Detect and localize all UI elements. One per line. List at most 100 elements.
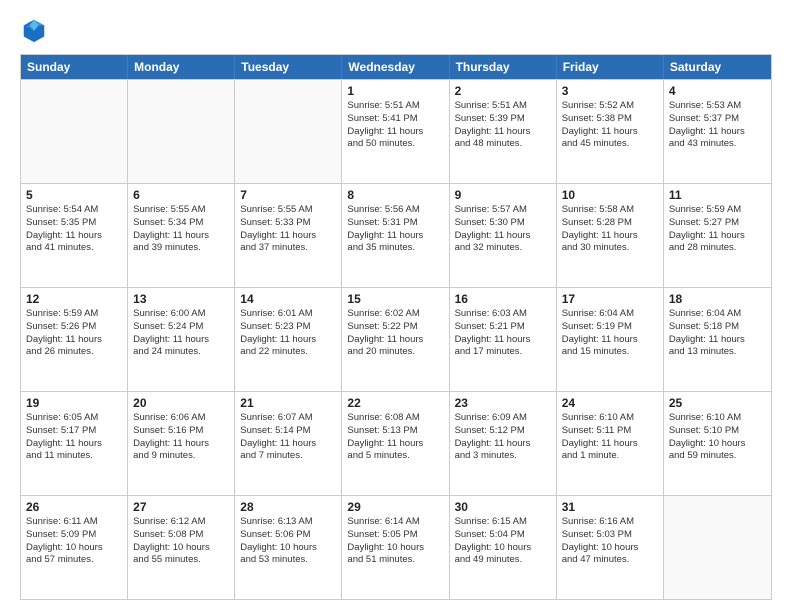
day-number: 21	[240, 396, 336, 410]
day-info: Sunrise: 6:13 AM Sunset: 5:06 PM Dayligh…	[240, 516, 336, 567]
day-cell-9: 9 Sunrise: 5:57 AM Sunset: 5:30 PM Daylig…	[450, 184, 557, 287]
day-number: 14	[240, 292, 336, 306]
day-info: Sunrise: 6:10 AM Sunset: 5:11 PM Dayligh…	[562, 412, 658, 463]
day-cell-15: 15 Sunrise: 6:02 AM Sunset: 5:22 PM Dayli…	[342, 288, 449, 391]
day-number: 26	[26, 500, 122, 514]
day-number: 28	[240, 500, 336, 514]
day-cell-19: 19 Sunrise: 6:05 AM Sunset: 5:17 PM Dayli…	[21, 392, 128, 495]
day-info: Sunrise: 5:51 AM Sunset: 5:39 PM Dayligh…	[455, 100, 551, 151]
day-cell-21: 21 Sunrise: 6:07 AM Sunset: 5:14 PM Dayli…	[235, 392, 342, 495]
weekday-header-monday: Monday	[128, 55, 235, 79]
day-number: 20	[133, 396, 229, 410]
day-info: Sunrise: 6:01 AM Sunset: 5:23 PM Dayligh…	[240, 308, 336, 359]
day-info: Sunrise: 5:59 AM Sunset: 5:26 PM Dayligh…	[26, 308, 122, 359]
day-number: 15	[347, 292, 443, 306]
day-number: 3	[562, 84, 658, 98]
day-cell-11: 11Sunrise: 5:59 AM Sunset: 5:27 PM Dayli…	[664, 184, 771, 287]
day-info: Sunrise: 6:16 AM Sunset: 5:03 PM Dayligh…	[562, 516, 658, 567]
day-cell-25: 25 Sunrise: 6:10 AM Sunset: 5:10 PM Dayli…	[664, 392, 771, 495]
day-info: Sunrise: 6:15 AM Sunset: 5:04 PM Dayligh…	[455, 516, 551, 567]
day-cell-24: 24 Sunrise: 6:10 AM Sunset: 5:11 PM Dayli…	[557, 392, 664, 495]
day-cell-28: 28 Sunrise: 6:13 AM Sunset: 5:06 PM Dayli…	[235, 496, 342, 599]
day-number: 10	[562, 188, 658, 202]
day-number: 22	[347, 396, 443, 410]
day-info: Sunrise: 6:10 AM Sunset: 5:10 PM Dayligh…	[669, 412, 766, 463]
day-info: Sunrise: 5:54 AM Sunset: 5:35 PM Dayligh…	[26, 204, 122, 255]
day-info: Sunrise: 6:02 AM Sunset: 5:22 PM Dayligh…	[347, 308, 443, 359]
day-info: Sunrise: 5:51 AM Sunset: 5:41 PM Dayligh…	[347, 100, 443, 151]
day-info: Sunrise: 5:58 AM Sunset: 5:28 PM Dayligh…	[562, 204, 658, 255]
calendar-row-2: 5Sunrise: 5:54 AM Sunset: 5:35 PM Daylig…	[21, 183, 771, 287]
day-cell-22: 22 Sunrise: 6:08 AM Sunset: 5:13 PM Dayli…	[342, 392, 449, 495]
day-number: 23	[455, 396, 551, 410]
day-info: Sunrise: 5:59 AM Sunset: 5:27 PM Dayligh…	[669, 204, 766, 255]
day-info: Sunrise: 6:14 AM Sunset: 5:05 PM Dayligh…	[347, 516, 443, 567]
day-number: 16	[455, 292, 551, 306]
day-number: 8	[347, 188, 443, 202]
day-info: Sunrise: 6:09 AM Sunset: 5:12 PM Dayligh…	[455, 412, 551, 463]
day-info: Sunrise: 6:12 AM Sunset: 5:08 PM Dayligh…	[133, 516, 229, 567]
day-cell-30: 30 Sunrise: 6:15 AM Sunset: 5:04 PM Dayli…	[450, 496, 557, 599]
empty-cell	[21, 80, 128, 183]
day-info: Sunrise: 6:08 AM Sunset: 5:13 PM Dayligh…	[347, 412, 443, 463]
day-number: 19	[26, 396, 122, 410]
weekday-header-sunday: Sunday	[21, 55, 128, 79]
weekday-header-saturday: Saturday	[664, 55, 771, 79]
calendar-header: SundayMondayTuesdayWednesdayThursdayFrid…	[21, 55, 771, 79]
day-cell-10: 10 Sunrise: 5:58 AM Sunset: 5:28 PM Dayli…	[557, 184, 664, 287]
day-cell-23: 23 Sunrise: 6:09 AM Sunset: 5:12 PM Dayli…	[450, 392, 557, 495]
day-info: Sunrise: 6:00 AM Sunset: 5:24 PM Dayligh…	[133, 308, 229, 359]
day-cell-20: 20 Sunrise: 6:06 AM Sunset: 5:16 PM Dayli…	[128, 392, 235, 495]
day-info: Sunrise: 6:06 AM Sunset: 5:16 PM Dayligh…	[133, 412, 229, 463]
day-cell-18: 18Sunrise: 6:04 AM Sunset: 5:18 PM Dayli…	[664, 288, 771, 391]
calendar-row-1: 1 Sunrise: 5:51 AM Sunset: 5:41 PM Daylig…	[21, 79, 771, 183]
day-cell-31: 31Sunrise: 6:16 AM Sunset: 5:03 PM Dayli…	[557, 496, 664, 599]
day-number: 24	[562, 396, 658, 410]
page: SundayMondayTuesdayWednesdayThursdayFrid…	[0, 0, 792, 612]
calendar-row-3: 12Sunrise: 5:59 AM Sunset: 5:26 PM Dayli…	[21, 287, 771, 391]
day-info: Sunrise: 6:05 AM Sunset: 5:17 PM Dayligh…	[26, 412, 122, 463]
logo-icon	[20, 16, 48, 44]
day-number: 30	[455, 500, 551, 514]
day-info: Sunrise: 6:11 AM Sunset: 5:09 PM Dayligh…	[26, 516, 122, 567]
day-number: 29	[347, 500, 443, 514]
day-number: 1	[347, 84, 443, 98]
day-info: Sunrise: 6:04 AM Sunset: 5:19 PM Dayligh…	[562, 308, 658, 359]
calendar-body: 1 Sunrise: 5:51 AM Sunset: 5:41 PM Daylig…	[21, 79, 771, 599]
day-cell-27: 27 Sunrise: 6:12 AM Sunset: 5:08 PM Dayli…	[128, 496, 235, 599]
calendar: SundayMondayTuesdayWednesdayThursdayFrid…	[20, 54, 772, 600]
day-info: Sunrise: 5:55 AM Sunset: 5:33 PM Dayligh…	[240, 204, 336, 255]
day-info: Sunrise: 6:07 AM Sunset: 5:14 PM Dayligh…	[240, 412, 336, 463]
day-cell-7: 7 Sunrise: 5:55 AM Sunset: 5:33 PM Daylig…	[235, 184, 342, 287]
weekday-header-friday: Friday	[557, 55, 664, 79]
empty-cell	[664, 496, 771, 599]
day-cell-5: 5Sunrise: 5:54 AM Sunset: 5:35 PM Daylig…	[21, 184, 128, 287]
logo	[20, 16, 54, 44]
day-number: 17	[562, 292, 658, 306]
day-number: 7	[240, 188, 336, 202]
day-info: Sunrise: 5:57 AM Sunset: 5:30 PM Dayligh…	[455, 204, 551, 255]
day-number: 13	[133, 292, 229, 306]
day-info: Sunrise: 5:55 AM Sunset: 5:34 PM Dayligh…	[133, 204, 229, 255]
day-number: 6	[133, 188, 229, 202]
day-info: Sunrise: 5:56 AM Sunset: 5:31 PM Dayligh…	[347, 204, 443, 255]
empty-cell	[128, 80, 235, 183]
day-number: 9	[455, 188, 551, 202]
day-cell-26: 26 Sunrise: 6:11 AM Sunset: 5:09 PM Dayli…	[21, 496, 128, 599]
day-cell-16: 16 Sunrise: 6:03 AM Sunset: 5:21 PM Dayli…	[450, 288, 557, 391]
day-cell-12: 12Sunrise: 5:59 AM Sunset: 5:26 PM Dayli…	[21, 288, 128, 391]
day-number: 4	[669, 84, 766, 98]
calendar-row-5: 26 Sunrise: 6:11 AM Sunset: 5:09 PM Dayli…	[21, 495, 771, 599]
day-cell-4: 4Sunrise: 5:53 AM Sunset: 5:37 PM Daylig…	[664, 80, 771, 183]
weekday-header-thursday: Thursday	[450, 55, 557, 79]
day-number: 27	[133, 500, 229, 514]
day-number: 25	[669, 396, 766, 410]
weekday-header-tuesday: Tuesday	[235, 55, 342, 79]
calendar-row-4: 19 Sunrise: 6:05 AM Sunset: 5:17 PM Dayli…	[21, 391, 771, 495]
day-info: Sunrise: 6:04 AM Sunset: 5:18 PM Dayligh…	[669, 308, 766, 359]
day-info: Sunrise: 6:03 AM Sunset: 5:21 PM Dayligh…	[455, 308, 551, 359]
day-cell-2: 2Sunrise: 5:51 AM Sunset: 5:39 PM Daylig…	[450, 80, 557, 183]
day-cell-14: 14 Sunrise: 6:01 AM Sunset: 5:23 PM Dayli…	[235, 288, 342, 391]
day-cell-17: 17 Sunrise: 6:04 AM Sunset: 5:19 PM Dayli…	[557, 288, 664, 391]
day-cell-13: 13 Sunrise: 6:00 AM Sunset: 5:24 PM Dayli…	[128, 288, 235, 391]
